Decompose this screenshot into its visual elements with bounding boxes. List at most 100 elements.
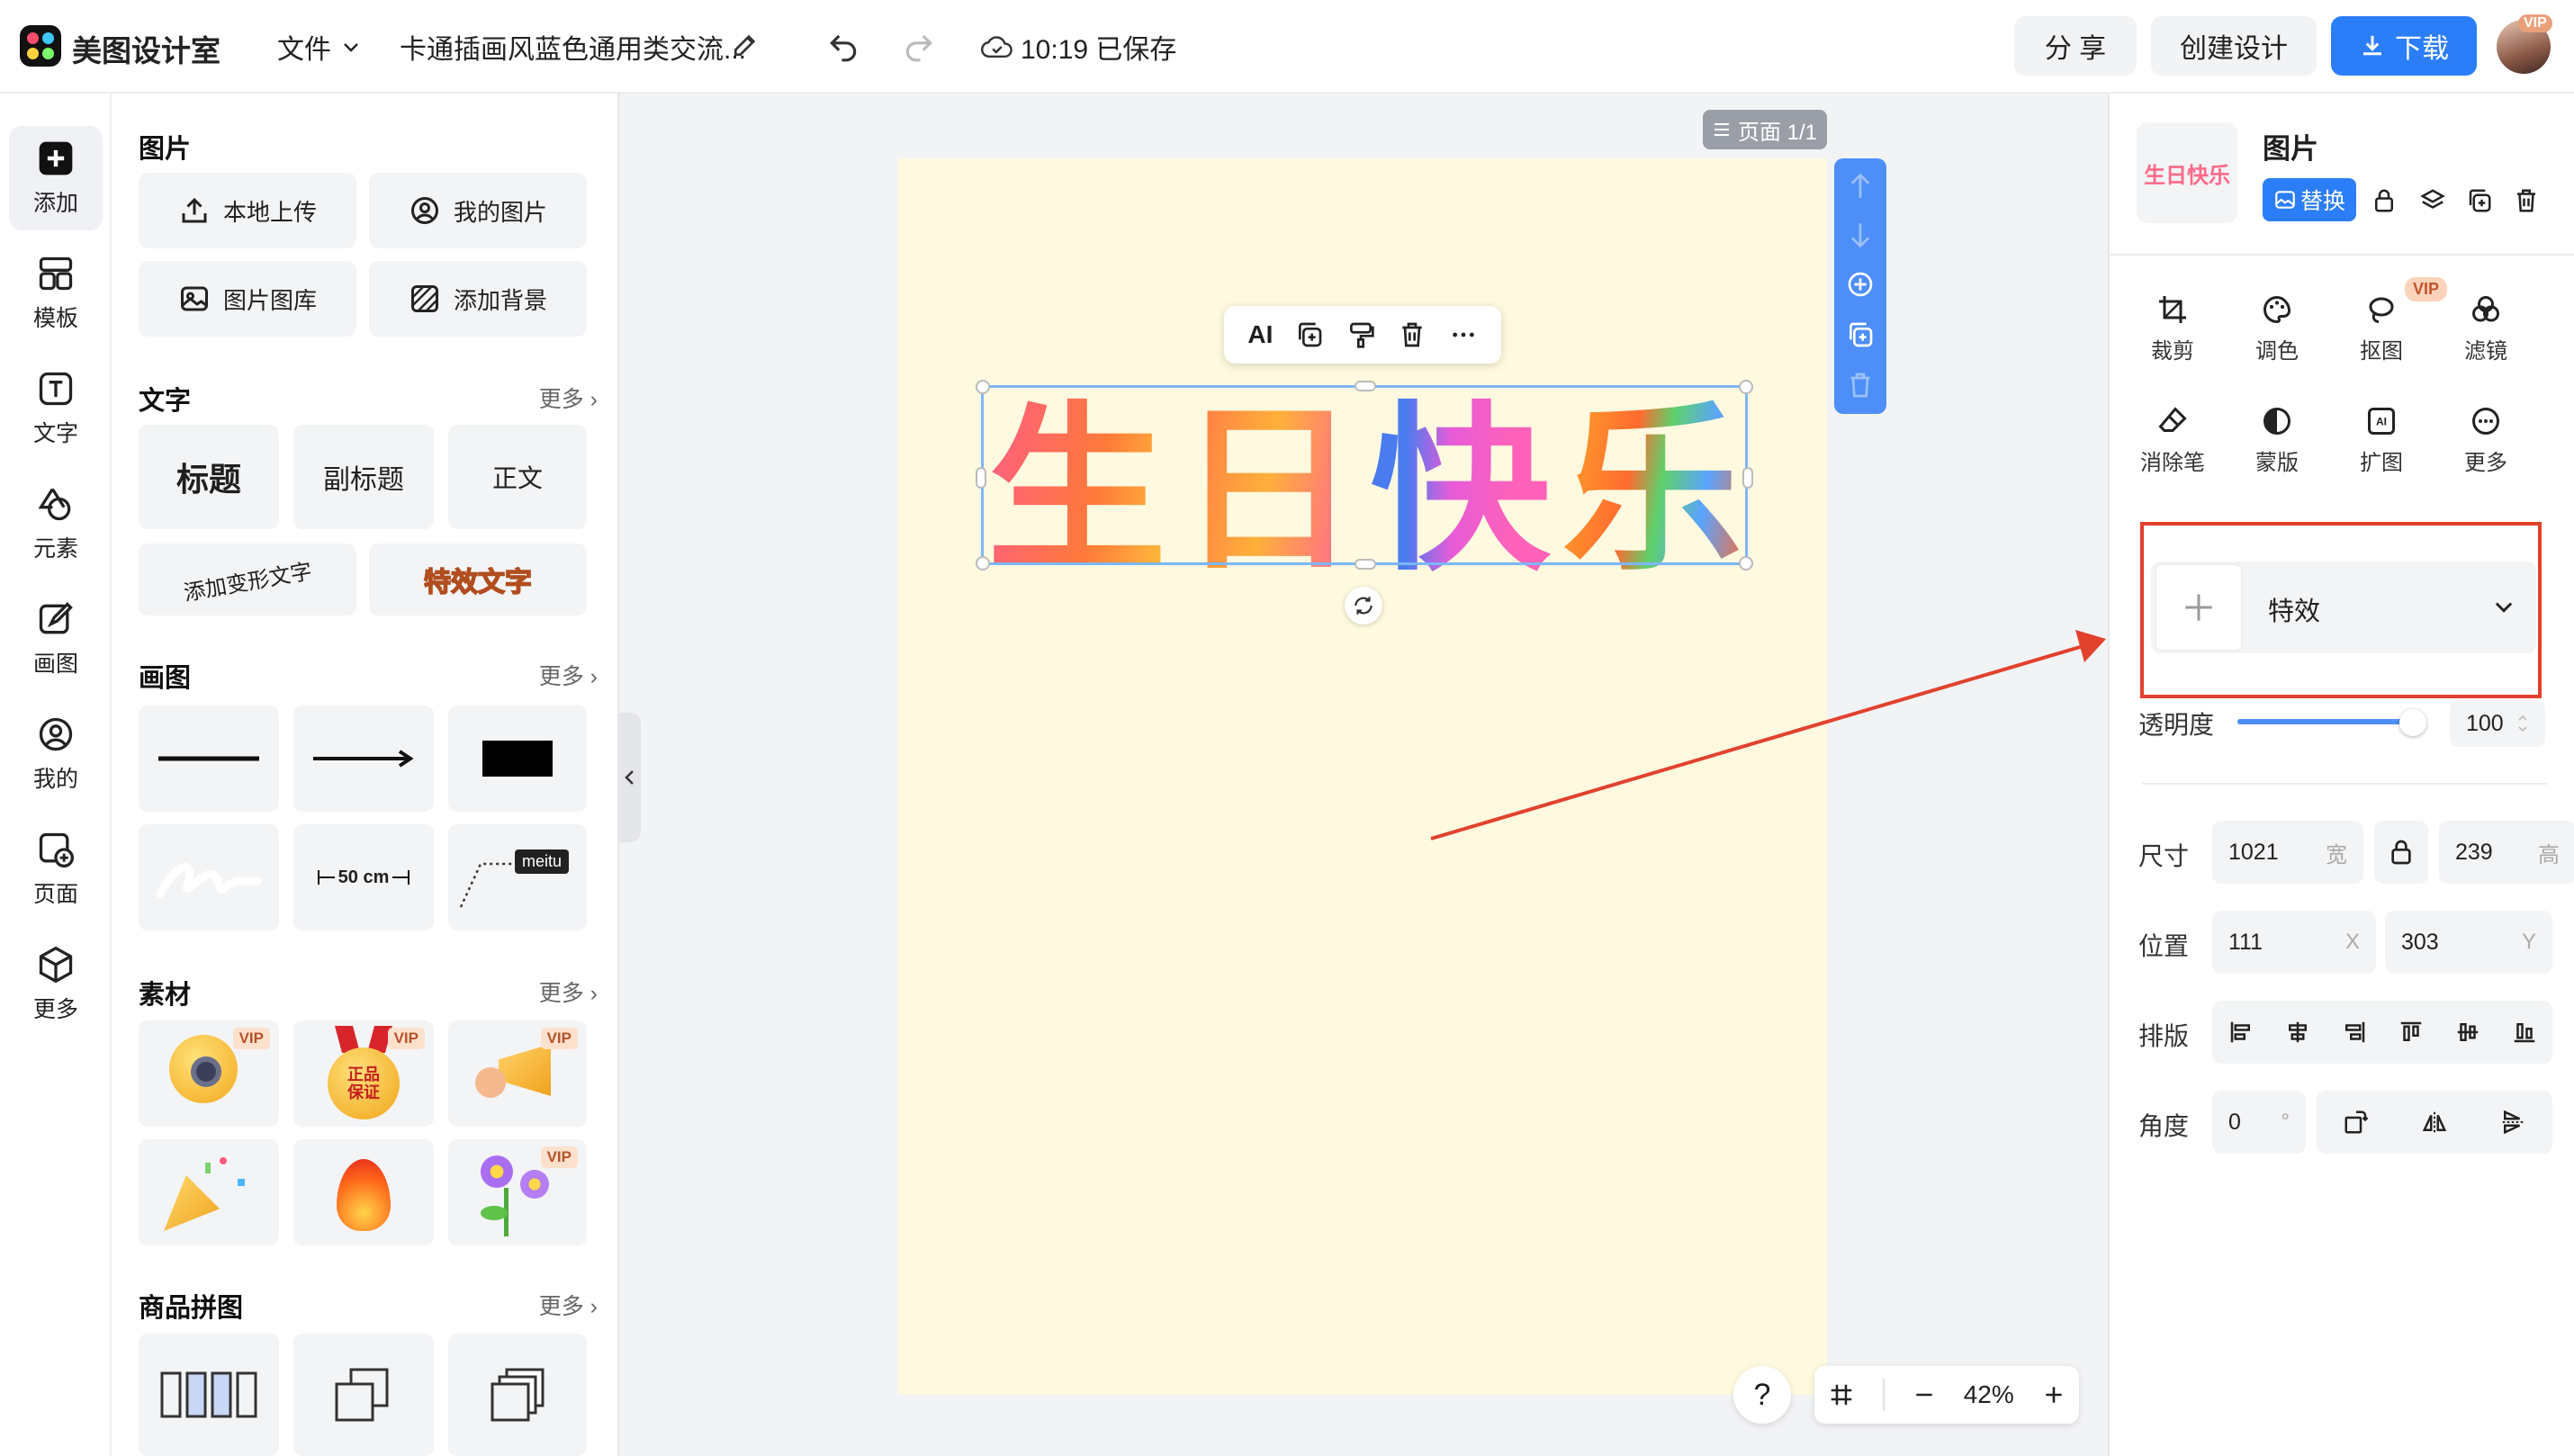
rail-item-more[interactable]: 更多	[9, 932, 103, 1037]
rotate-handle[interactable]	[1345, 587, 1382, 625]
cutout-tool[interactable]: 抠图	[2335, 293, 2428, 364]
body-preset[interactable]: 正文	[448, 425, 587, 529]
add-background-button[interactable]: 添加背景	[369, 261, 587, 337]
align-center-v-icon[interactable]	[2454, 1019, 2481, 1046]
my-images-button[interactable]: 我的图片	[369, 173, 587, 248]
subheading-preset[interactable]: 副标题	[293, 425, 434, 529]
expand-tool[interactable]: AI 扩图	[2335, 405, 2428, 476]
resize-handle[interactable]	[1354, 381, 1376, 391]
draw-more-link[interactable]: 更多 ›	[539, 659, 598, 691]
opacity-slider-track[interactable]	[2237, 719, 2425, 724]
material-more-link[interactable]: 更多 ›	[539, 975, 598, 1008]
rotate-90-icon[interactable]	[2343, 1109, 2370, 1136]
download-button[interactable]: 下载	[2331, 16, 2477, 76]
app-logo-icon[interactable]	[20, 25, 61, 67]
zoom-value[interactable]: 42%	[1964, 1380, 2014, 1409]
crop-tool[interactable]: 裁剪	[2126, 293, 2219, 364]
aspect-lock-button[interactable]	[2374, 821, 2428, 884]
collage-more-link[interactable]: 更多 ›	[539, 1289, 598, 1321]
mask-tool[interactable]: 蒙版	[2230, 405, 2324, 476]
local-upload-button[interactable]: 本地上传	[139, 173, 356, 248]
delete-icon[interactable]	[2513, 187, 2540, 214]
zoom-out-icon[interactable]	[1912, 1383, 1936, 1407]
gallery-button[interactable]: 图片图库	[139, 261, 356, 337]
filter-tool[interactable]: 滤镜	[2439, 293, 2533, 364]
undo-icon[interactable]	[826, 29, 860, 63]
edit-icon[interactable]	[731, 31, 760, 59]
add-page-icon[interactable]	[1846, 270, 1875, 299]
sticker-medal[interactable]: 正品保证 VIP	[293, 1020, 434, 1127]
sticker-magnifier[interactable]: VIP	[139, 1020, 279, 1127]
duplicate-icon[interactable]	[2466, 187, 2493, 214]
brush-tool[interactable]	[139, 824, 279, 930]
collage-layout-3[interactable]	[448, 1334, 587, 1456]
add-effect-button[interactable]	[2155, 563, 2243, 652]
grid-icon[interactable]	[1828, 1381, 1855, 1408]
color-adjust-tool[interactable]: 调色	[2230, 293, 2324, 364]
effect-text-preset[interactable]: 特效文字	[369, 544, 587, 616]
align-top-icon[interactable]	[2398, 1019, 2425, 1046]
collage-layout-2[interactable]	[293, 1334, 434, 1456]
line-tool[interactable]	[139, 706, 279, 812]
text-icon	[39, 372, 73, 406]
align-right-icon[interactable]	[2341, 1019, 2368, 1046]
more-tools[interactable]: 更多	[2439, 405, 2533, 476]
page-indicator[interactable]: 页面 1/1	[1703, 110, 1827, 149]
flip-vertical-icon[interactable]	[2499, 1109, 2526, 1136]
sticker-party-popper[interactable]	[139, 1139, 279, 1245]
resize-handle[interactable]	[1742, 467, 1753, 489]
move-up-icon[interactable]	[1848, 171, 1873, 200]
redo-icon[interactable]	[902, 29, 936, 63]
align-left-icon[interactable]	[2228, 1019, 2254, 1046]
help-button[interactable]: ?	[1733, 1366, 1791, 1424]
document-title[interactable]: 卡通插画风蓝色通用类交流...	[400, 27, 746, 67]
create-design-button[interactable]: 创建设计	[2151, 16, 2317, 76]
zoom-in-icon[interactable]	[2042, 1383, 2066, 1407]
ruler-tool[interactable]: 50 cm	[293, 824, 434, 930]
text-more-link[interactable]: 更多 ›	[539, 382, 598, 414]
warp-text-preset[interactable]: 添加变形文字	[139, 544, 356, 616]
rectangle-tool[interactable]	[448, 706, 587, 812]
file-menu[interactable]: 文件	[277, 27, 362, 67]
collage-layout-1[interactable]	[139, 1334, 279, 1456]
sticker-fire[interactable]	[293, 1139, 434, 1245]
width-input[interactable]: 1021 宽	[2212, 821, 2363, 884]
x-input[interactable]: 111 X	[2212, 911, 2376, 974]
heading-preset[interactable]: 标题	[139, 425, 279, 529]
y-input[interactable]: 303 Y	[2385, 911, 2552, 974]
opacity-slider-handle[interactable]	[2399, 709, 2426, 736]
rail-item-page[interactable]: 页面	[9, 817, 103, 921]
rail-item-elements[interactable]: 元素	[9, 472, 103, 576]
collapse-panel-tab[interactable]	[619, 713, 641, 842]
align-center-h-icon[interactable]	[2284, 1019, 2311, 1046]
rail-item-add[interactable]: 添加	[9, 126, 103, 230]
callout-tool[interactable]: meitu	[448, 824, 587, 930]
resize-handle[interactable]	[976, 380, 990, 394]
replace-button[interactable]: 替换	[2263, 178, 2356, 221]
align-bottom-icon[interactable]	[2511, 1019, 2538, 1046]
lock-icon[interactable]	[2371, 187, 2398, 214]
move-down-icon[interactable]	[1848, 221, 1873, 250]
eraser-tool[interactable]: 消除笔	[2126, 405, 2219, 476]
resize-handle[interactable]	[976, 556, 990, 571]
rail-item-mine[interactable]: 我的	[9, 702, 103, 806]
rail-item-template[interactable]: 模板	[9, 241, 103, 346]
resize-handle[interactable]	[1739, 380, 1753, 394]
share-button[interactable]: 分 享	[2014, 16, 2137, 76]
sticker-flowers[interactable]: VIP	[448, 1139, 587, 1245]
layers-icon[interactable]	[2419, 187, 2446, 214]
flip-horizontal-icon[interactable]	[2421, 1109, 2448, 1136]
angle-input[interactable]: 0 °	[2212, 1091, 2306, 1154]
rail-item-text[interactable]: 文字	[9, 356, 103, 461]
delete-page-icon[interactable]	[1846, 371, 1875, 400]
opacity-input[interactable]: 100	[2450, 700, 2545, 747]
resize-handle[interactable]	[976, 467, 986, 489]
resize-handle[interactable]	[1739, 556, 1753, 571]
effect-dropdown[interactable]: 特效	[2151, 562, 2536, 653]
arrow-tool[interactable]	[293, 706, 434, 812]
rail-item-draw[interactable]: 画图	[9, 587, 103, 691]
sticker-megaphone[interactable]: VIP	[448, 1020, 587, 1127]
resize-handle[interactable]	[1354, 559, 1376, 570]
height-input[interactable]: 239 高	[2439, 821, 2574, 884]
duplicate-page-icon[interactable]	[1846, 320, 1875, 349]
